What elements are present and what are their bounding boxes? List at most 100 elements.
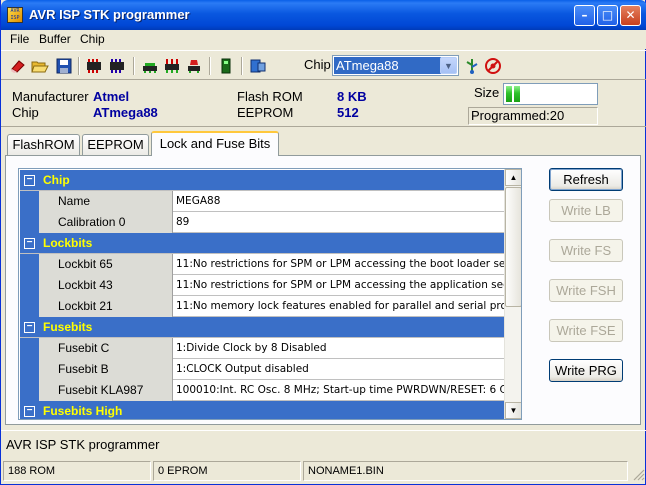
write-fse-button[interactable]: Write FSE [549,319,623,342]
chip-info-label: Chip [12,105,39,120]
progress-segment [514,86,520,102]
tab-lock-fuse-bits[interactable]: Lock and Fuse Bits [151,131,279,156]
collapse-icon[interactable]: − [24,322,35,333]
chip-info-value: ATmega88 [93,105,158,120]
grid-property-name: Name [39,191,173,212]
size-progress-fill [506,86,522,102]
grid-property-name: Lockbit 21 [39,296,173,317]
grid-property-row[interactable]: Calibration 0 89 [20,212,505,233]
write-fs-button[interactable]: Write FS [549,239,623,262]
usb-icon[interactable] [463,57,481,75]
chip-label: Chip [304,57,331,72]
monitor-icon[interactable] [249,57,267,75]
grid-category-label: Chip [43,173,70,187]
grid-property-row[interactable]: Fusebit B 1:CLOCK Output disabled [20,359,505,380]
write-prg-button[interactable]: Write PRG [549,359,623,382]
refresh-button[interactable]: Refresh [549,168,623,191]
grid-property-row[interactable]: Name MEGA88 [20,191,505,212]
grid-property-row[interactable]: Lockbit 43 11:No restrictions for SPM or … [20,275,505,296]
scroll-thumb[interactable] [505,187,521,307]
chip-select[interactable]: ATmega88 ▼ [332,55,459,76]
toolbar-separator [209,57,211,75]
grid-category-row[interactable]: − Fusebits High [20,401,505,419]
minimize-button[interactable]: – [574,5,595,26]
manufacturer-value: Atmel [93,89,130,104]
toolbar-separator [133,57,135,75]
write-lb-button[interactable]: Write LB [549,199,623,222]
write-chip-icon[interactable] [108,57,126,75]
status-eprom: 0 EPROM [153,461,301,481]
programmed-counter: Programmed:20 [468,107,598,125]
chip-info-panel: Manufacturer Atmel Chip ATmega88 Flash R… [1,81,646,127]
grid-property-value[interactable]: 89 [174,212,505,233]
verify-icon[interactable] [141,57,159,75]
grid-property-row[interactable]: Lockbit 65 11:No restrictions for SPM or … [20,254,505,275]
status-message: AVR ISP STK programmer [6,437,160,452]
status-bar: 188 ROM 0 EPROM NONAME1.BIN [1,459,646,483]
grid-row-gutter [20,380,39,401]
scroll-down-button[interactable]: ▼ [505,402,521,419]
grid-property-value[interactable]: 1:CLOCK Output disabled [174,359,505,380]
toolbar-separator [241,57,243,75]
erase-icon[interactable] [9,57,27,75]
grid-property-value[interactable]: 11:No memory lock features enabled for p… [174,296,505,317]
collapse-icon[interactable]: − [24,175,35,186]
grid-property-name: Calibration 0 [39,212,173,233]
grid-property-row[interactable]: Fusebit C 1:Divide Clock by 8 Disabled [20,338,505,359]
grid-property-value[interactable]: 11:No restrictions for SPM or LPM access… [174,275,505,296]
grid-category-label: Lockbits [43,236,93,250]
write-fsh-button[interactable]: Write FSH [549,279,623,302]
tab-strip: FlashROM EEPROM Lock and Fuse Bits [1,131,646,156]
flash-rom-value: 8 KB [337,89,367,104]
status-message-area: AVR ISP STK programmer [1,430,646,458]
chip-icon[interactable] [217,57,235,75]
grid-property-value[interactable]: MEGA88 [174,191,505,212]
grid-property-value[interactable]: 11:No restrictions for SPM or LPM access… [174,254,505,275]
scroll-up-button[interactable]: ▲ [505,169,521,186]
grid-category-row[interactable]: − Chip [20,170,505,191]
erase-chip-icon[interactable] [185,57,203,75]
tab-flashrom[interactable]: FlashROM [7,134,80,155]
grid-category-row[interactable]: − Lockbits [20,233,505,254]
menu-bar: File Buffer Chip [1,30,646,49]
grid-rows: − Chip Name MEGA88 Calibration 0 89− Lockbits L… [20,170,505,419]
tab-eeprom[interactable]: EEPROM [82,134,149,155]
toolbar-separator [78,57,80,75]
tab-panel-lock-fuse-bits: − Chip Name MEGA88 Calibration 0 89− Lockbits L… [5,155,641,425]
grid-property-name: Fusebit B [39,359,173,380]
grid-property-row[interactable]: Lockbit 21 11:No memory lock features ena… [20,296,505,317]
grid-property-row[interactable]: Fusebit KLA987 100010:Int. RC Osc. 8 MHz;… [20,380,505,401]
menu-chip[interactable]: Chip [80,32,105,46]
grid-scrollbar[interactable]: ▲ ▼ [504,169,521,419]
program-chip-icon[interactable] [163,57,181,75]
reset-icon[interactable] [484,57,502,75]
chevron-down-icon[interactable]: ▼ [440,57,457,74]
flash-rom-label: Flash ROM [237,89,303,104]
title-bar[interactable]: AVR ISP AVR ISP STK programmer – □ ✕ [1,0,646,30]
collapse-icon[interactable]: − [24,406,35,417]
close-button[interactable]: ✕ [620,5,641,26]
maximize-button[interactable]: □ [597,5,618,26]
grid-category-row[interactable]: − Fusebits [20,317,505,338]
grid-row-gutter [20,359,39,380]
grid-property-value[interactable]: 1:Divide Clock by 8 Disabled [174,338,505,359]
grid-category-label: Fusebits [43,320,93,334]
menu-buffer[interactable]: Buffer [39,32,71,46]
grid-row-gutter [20,254,39,275]
app-icon: AVR ISP [7,7,23,23]
save-icon[interactable] [55,57,73,75]
size-label: Size [474,85,500,100]
grid-category-label: Fusebits High [43,404,123,418]
window-title: AVR ISP STK programmer [29,7,190,22]
grid-row-gutter [20,275,39,296]
collapse-icon[interactable]: − [24,238,35,249]
read-chip-icon[interactable] [85,57,103,75]
menu-file[interactable]: File [10,32,29,46]
resize-grip-icon[interactable] [633,469,645,481]
toolbar: Chip ATmega88 ▼ [1,50,646,80]
open-folder-icon[interactable] [31,57,49,75]
fuse-property-grid: − Chip Name MEGA88 Calibration 0 89− Lockbits L… [18,168,522,420]
grid-row-gutter [20,296,39,317]
grid-property-value[interactable]: 100010:Int. RC Osc. 8 MHz; Start-up time… [174,380,505,401]
status-filename: NONAME1.BIN [303,461,628,481]
